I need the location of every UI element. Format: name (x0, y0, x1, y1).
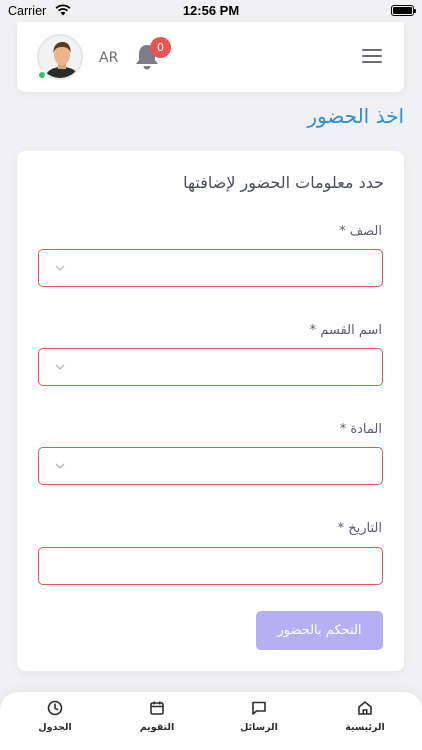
bottom-navigation: الجدول التقويم الرسائل الرئيسية (0, 692, 422, 750)
class-select[interactable] (38, 249, 383, 287)
nav-item-messages[interactable]: الرسائل (224, 700, 294, 733)
section-select[interactable] (38, 348, 383, 386)
clock-time: 12:56 PM (182, 3, 240, 18)
attendance-form: حدد معلومات الحضور لإضافتها الصف * اسم ا… (17, 151, 404, 671)
battery-icon (391, 5, 416, 16)
online-status-dot (37, 70, 47, 80)
hamburger-menu-icon[interactable] (361, 47, 383, 65)
home-icon (358, 701, 372, 715)
status-bar: Carrier 12:56 PM (0, 0, 422, 22)
nav-label-messages: الرسائل (240, 722, 278, 733)
nav-label-schedule: الجدول (38, 722, 72, 733)
message-icon (252, 701, 266, 715)
class-label: الصف * (339, 224, 382, 239)
nav-label-home: الرئيسية (345, 722, 385, 733)
date-label: التاريخ * (337, 521, 382, 536)
nav-item-schedule[interactable]: الجدول (20, 700, 90, 733)
chevron-down-icon (55, 265, 65, 271)
notification-count-badge: 0 (150, 37, 171, 58)
subject-label: المادة * (339, 422, 382, 437)
nav-label-calendar: التقويم (139, 722, 175, 733)
nav-item-home[interactable]: الرئيسية (330, 700, 400, 733)
manage-attendance-button[interactable]: التحكم بالحضور (256, 611, 383, 650)
chevron-down-icon (55, 364, 65, 370)
chevron-down-icon (55, 463, 65, 469)
language-toggle[interactable]: AR (99, 50, 118, 66)
date-input[interactable] (38, 547, 383, 585)
section-label: اسم القسم * (309, 323, 382, 338)
subject-select[interactable] (38, 447, 383, 485)
clock-icon (47, 700, 63, 716)
page-title: اخذ الحضور (307, 104, 404, 128)
nav-item-calendar[interactable]: التقويم (122, 700, 192, 733)
form-heading: حدد معلومات الحضور لإضافتها (183, 173, 384, 192)
calendar-icon (150, 701, 164, 715)
top-header: AR 0 (17, 22, 404, 92)
